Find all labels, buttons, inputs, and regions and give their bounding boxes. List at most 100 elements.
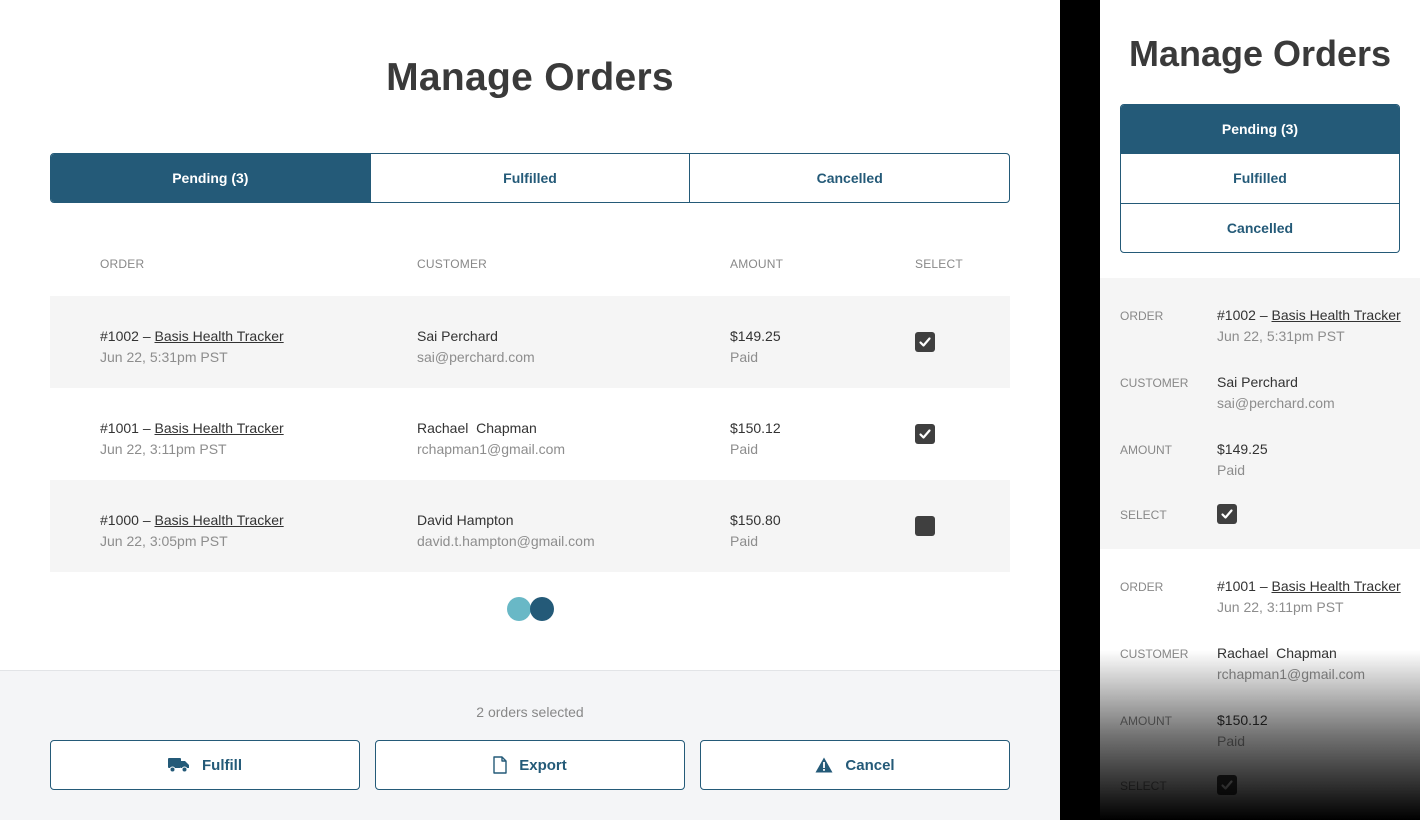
order-number: #1001 – <box>100 420 151 436</box>
amount-label: AMOUNT <box>1120 714 1172 728</box>
column-header-order: ORDER <box>100 257 145 271</box>
select-checkbox[interactable] <box>915 424 935 444</box>
product-link[interactable]: Basis Health Tracker <box>1272 578 1401 594</box>
select-checkbox[interactable] <box>1217 504 1237 524</box>
product-link[interactable]: Basis Health Tracker <box>1272 307 1401 323</box>
fulfill-label: Fulfill <box>202 756 242 774</box>
customer-cell: Rachael Chapman rchapman1@gmail.com <box>417 418 565 460</box>
customer-name: Rachael Chapman <box>417 420 537 436</box>
payment-status: Paid <box>1217 733 1246 749</box>
fulfill-button[interactable]: Fulfill <box>50 740 360 790</box>
cancel-label: Cancel <box>845 756 895 774</box>
selection-count: 2 orders selected <box>476 704 584 720</box>
order-status-tabs: Pending (3) Fulfilled Cancelled <box>1120 104 1400 253</box>
customer-name: David Hampton <box>417 512 514 528</box>
order-date: Jun 22, 3:11pm PST <box>100 441 227 457</box>
tab-fulfilled[interactable]: Fulfilled <box>1121 153 1399 202</box>
order-status-tabs: Pending (3) Fulfilled Cancelled <box>50 153 1010 203</box>
warning-icon <box>815 757 833 773</box>
payment-status: Paid <box>730 533 759 549</box>
tab-pending[interactable]: Pending (3) <box>1121 105 1399 154</box>
order-date: Jun 22, 5:31pm PST <box>1217 328 1345 344</box>
action-footer: 2 orders selected Fulfill Export Cancel <box>0 670 1060 820</box>
loading-dot <box>530 597 554 621</box>
order-amount: $150.80 <box>730 512 781 528</box>
order-number: #1002 – <box>100 328 151 344</box>
cancel-button[interactable]: Cancel <box>700 740 1010 790</box>
select-label: SELECT <box>1120 508 1167 522</box>
table-row: #1000 – Basis Health Tracker Jun 22, 3:0… <box>50 480 1010 572</box>
payment-status: Paid <box>730 441 759 457</box>
order-date: Jun 22, 3:05pm PST <box>100 533 228 549</box>
customer-email: rchapman1@gmail.com <box>1217 666 1366 682</box>
customer-cell: Rachael Chapman rchapman1@gmail.com <box>1217 643 1365 685</box>
product-link[interactable]: Basis Health Tracker <box>155 512 284 528</box>
mobile-view: Manage Orders Pending (3) Fulfilled Canc… <box>1100 0 1420 820</box>
tab-pending[interactable]: Pending (3) <box>51 154 370 202</box>
column-header-amount: AMOUNT <box>730 257 784 271</box>
table-row: #1001 – Basis Health Tracker Jun 22, 3:1… <box>50 388 1010 480</box>
order-cell: #1002 – Basis Health Tracker Jun 22, 5:3… <box>1217 305 1401 347</box>
tab-cancelled[interactable]: Cancelled <box>1121 202 1399 252</box>
export-button[interactable]: Export <box>375 740 685 790</box>
loading-indicator <box>507 597 555 621</box>
order-number: #1000 – <box>100 512 151 528</box>
tab-cancelled[interactable]: Cancelled <box>689 154 1009 202</box>
amount-cell: $149.25 Paid <box>1217 439 1268 481</box>
customer-cell: David Hampton david.t.hampton@gmail.com <box>417 510 595 552</box>
order-number: #1001 – <box>1217 578 1268 594</box>
customer-cell: Sai Perchard sai@perchard.com <box>417 326 535 368</box>
tab-fulfilled[interactable]: Fulfilled <box>369 154 690 202</box>
order-amount: $149.25 <box>730 328 781 344</box>
customer-cell: Sai Perchard sai@perchard.com <box>1217 372 1335 414</box>
order-amount: $150.12 <box>730 420 781 436</box>
document-icon <box>493 756 507 774</box>
payment-status: Paid <box>1217 462 1246 478</box>
order-cell: #1001 – Basis Health Tracker Jun 22, 3:1… <box>1217 576 1401 618</box>
payment-status: Paid <box>730 349 759 365</box>
customer-label: CUSTOMER <box>1120 376 1189 390</box>
customer-label: CUSTOMER <box>1120 647 1189 661</box>
amount-cell: $150.12 Paid <box>730 418 781 460</box>
customer-name: Sai Perchard <box>1217 374 1298 390</box>
desktop-view: Manage Orders Pending (3) Fulfilled Canc… <box>0 0 1060 820</box>
order-card: ORDER #1002 – Basis Health Tracker Jun 2… <box>1100 278 1420 549</box>
order-cell: #1001 – Basis Health Tracker Jun 22, 3:1… <box>100 418 284 460</box>
amount-cell: $150.80 Paid <box>730 510 781 552</box>
order-cell: #1002 – Basis Health Tracker Jun 22, 5:3… <box>100 326 284 368</box>
order-cell: #1000 – Basis Health Tracker Jun 22, 3:0… <box>100 510 284 552</box>
truck-icon <box>168 758 189 773</box>
table-row: #1002 – Basis Health Tracker Jun 22, 5:3… <box>50 296 1010 388</box>
order-amount: $149.25 <box>1217 441 1268 457</box>
column-header-select: SELECT <box>915 257 963 271</box>
order-date: Jun 22, 3:11pm PST <box>1217 599 1344 615</box>
checkmark-icon <box>1221 780 1233 790</box>
order-amount: $150.12 <box>1217 712 1268 728</box>
customer-email: rchapman1@gmail.com <box>417 441 566 457</box>
checkmark-icon <box>1221 509 1233 519</box>
customer-email: sai@perchard.com <box>417 349 535 365</box>
order-card: ORDER #1001 – Basis Health Tracker Jun 2… <box>1100 549 1420 820</box>
loading-dot <box>507 597 531 621</box>
amount-cell: $150.12 Paid <box>1217 710 1268 752</box>
amount-label: AMOUNT <box>1120 443 1172 457</box>
product-link[interactable]: Basis Health Tracker <box>155 328 284 344</box>
customer-email: sai@perchard.com <box>1217 395 1335 411</box>
order-label: ORDER <box>1120 580 1164 594</box>
customer-email: david.t.hampton@gmail.com <box>417 533 595 549</box>
select-checkbox[interactable] <box>915 516 935 536</box>
product-link[interactable]: Basis Health Tracker <box>155 420 284 436</box>
customer-name: Sai Perchard <box>417 328 498 344</box>
amount-cell: $149.25 Paid <box>730 326 781 368</box>
order-number: #1002 – <box>1217 307 1268 323</box>
export-label: Export <box>519 756 567 774</box>
page-title: Manage Orders <box>386 56 674 99</box>
checkmark-icon <box>919 337 931 347</box>
column-header-customer: CUSTOMER <box>417 257 488 271</box>
select-checkbox[interactable] <box>915 332 935 352</box>
page-title: Manage Orders <box>1128 33 1392 74</box>
order-label: ORDER <box>1120 309 1164 323</box>
select-label: SELECT <box>1120 779 1167 793</box>
checkmark-icon <box>919 429 931 439</box>
select-checkbox[interactable] <box>1217 775 1237 795</box>
